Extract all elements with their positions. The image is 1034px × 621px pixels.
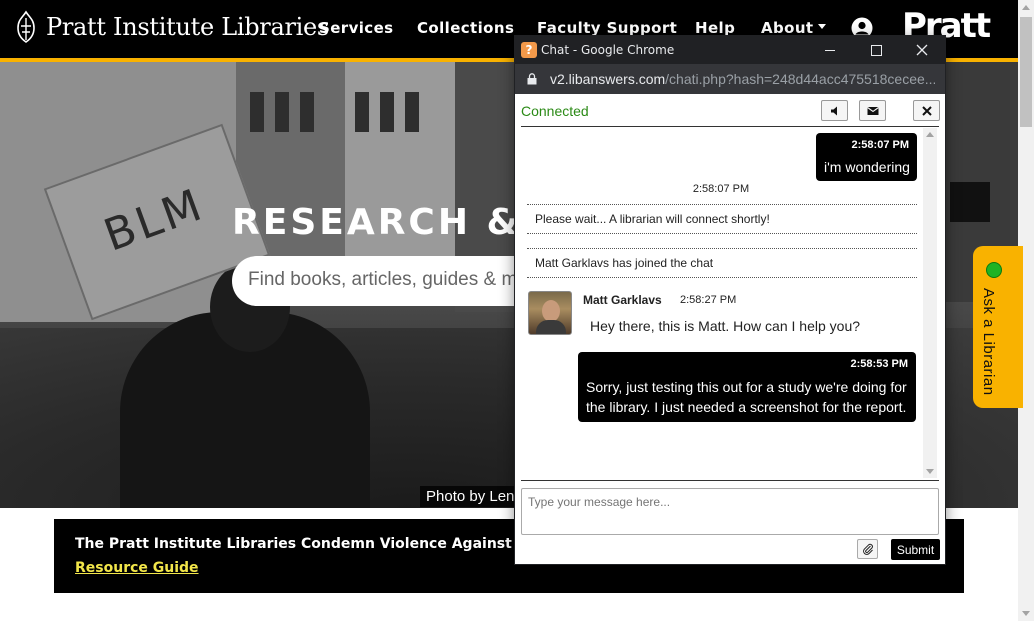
avatar-face	[542, 300, 560, 322]
nav-services[interactable]: Services	[319, 19, 394, 37]
chat-transcript: 2:58:07 PM i'm wondering 2:58:07 PM Plea…	[521, 128, 937, 478]
hero-window	[300, 92, 314, 132]
scroll-up-icon[interactable]	[1022, 5, 1030, 10]
hero-window	[275, 92, 289, 132]
message-time: 2:58:27 PM	[680, 294, 737, 306]
librarian-message: Hey there, this is Matt. How can I help …	[590, 318, 861, 334]
window-close-button[interactable]	[899, 36, 945, 64]
chat-body: Connected 2:58:07 PM i'm wondering 2:58:…	[515, 94, 945, 564]
librarian-avatar	[528, 291, 572, 335]
system-message: Matt Garklavs has joined the chat	[527, 248, 917, 278]
close-icon	[922, 106, 932, 116]
hero-window	[950, 182, 990, 222]
scroll-up-icon[interactable]	[926, 132, 934, 137]
hero-window	[380, 92, 394, 132]
chat-window-title: Chat - Google Chrome	[541, 43, 675, 57]
message-text: Sorry, just testing this out for a study…	[586, 379, 907, 415]
hero-window	[405, 92, 419, 132]
site-logo[interactable]: Pratt Institute Libraries	[14, 10, 329, 44]
message-time: 2:58:53 PM	[850, 358, 908, 370]
ask-a-librarian-tab[interactable]: Ask a Librarian	[973, 246, 1023, 408]
online-status-icon	[986, 262, 1002, 278]
hero-search-placeholder: Find books, articles, guides & m	[248, 269, 518, 290]
paperclip-icon	[863, 543, 873, 555]
lock-icon	[527, 73, 537, 85]
transcript-scrollbar[interactable]	[923, 128, 937, 478]
chat-address-bar[interactable]: v2.libanswers.com/chati.php?hash=248d44a…	[515, 64, 945, 94]
hero-sign-text: BLM	[97, 179, 211, 262]
ask-a-librarian-label: Ask a Librarian	[980, 288, 997, 396]
photo-credit: Photo by Len	[420, 486, 521, 507]
url-path: /chati.php?hash=248d44acc475518cecee...	[665, 71, 935, 87]
envelope-icon	[867, 107, 879, 115]
sound-toggle-button[interactable]	[821, 100, 848, 121]
scroll-down-icon[interactable]	[926, 469, 934, 474]
scroll-down-icon[interactable]	[1022, 611, 1030, 616]
system-timestamp: 2:58:07 PM	[692, 183, 750, 195]
speaker-icon	[831, 106, 837, 116]
attach-file-button[interactable]	[857, 539, 878, 559]
system-message: Please wait... A librarian will connect …	[527, 204, 917, 234]
announcement-text: The Pratt Institute Libraries Condemn Vi…	[75, 536, 560, 552]
end-chat-button[interactable]	[913, 100, 940, 121]
scrollbar-thumb[interactable]	[1020, 17, 1032, 127]
close-icon	[916, 44, 928, 56]
avatar-body	[536, 320, 566, 334]
patron-message: 2:58:53 PM Sorry, just testing this out …	[578, 352, 916, 422]
chat-window-titlebar[interactable]: ? Chat - Google Chrome	[515, 36, 945, 64]
email-transcript-button[interactable]	[859, 100, 886, 121]
submit-button[interactable]: Submit	[891, 539, 940, 560]
patron-message: 2:58:07 PM i'm wondering	[816, 133, 917, 181]
chevron-down-icon	[817, 24, 826, 29]
divider	[521, 480, 939, 481]
message-time: 2:58:07 PM	[851, 139, 909, 151]
site-title: Pratt Institute Libraries	[46, 13, 329, 41]
hero-title: RESEARCH & L	[232, 202, 563, 243]
nav-collections[interactable]: Collections	[417, 19, 514, 37]
chat-url[interactable]: v2.libanswers.com/chati.php?hash=248d44a…	[550, 71, 935, 87]
url-host: v2.libanswers.com	[550, 71, 666, 87]
hero-window	[250, 92, 264, 132]
message-input[interactable]	[521, 488, 939, 535]
resource-guide-link[interactable]: Resource Guide	[75, 560, 199, 576]
librarian-name: Matt Garklavs	[583, 293, 662, 307]
hero-window	[355, 92, 369, 132]
chat-popup-window: ? Chat - Google Chrome v2.libanswers.com…	[514, 35, 946, 565]
connection-status: Connected	[521, 103, 589, 119]
maximize-button[interactable]	[853, 36, 899, 64]
divider	[521, 126, 939, 127]
library-logo-icon	[17, 10, 35, 43]
libanswers-favicon-icon: ?	[521, 42, 537, 58]
minimize-button[interactable]	[807, 36, 853, 64]
message-text: i'm wondering	[824, 159, 910, 175]
